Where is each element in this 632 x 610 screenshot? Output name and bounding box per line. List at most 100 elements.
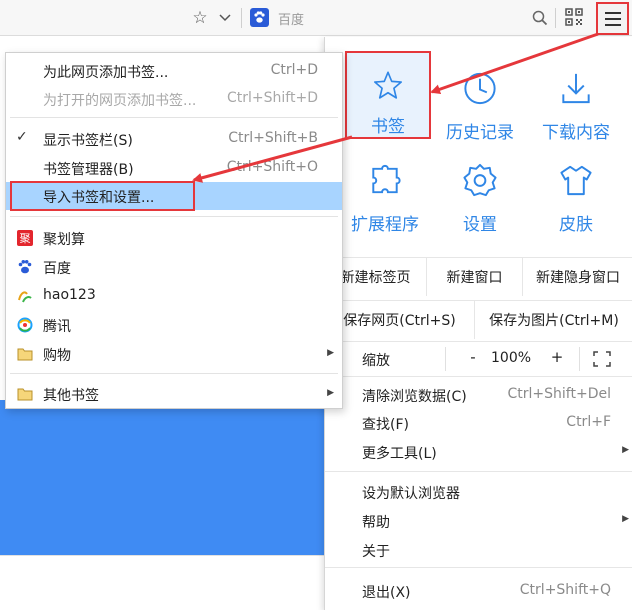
bookmark-submenu: 为此网页添加书签... Ctrl+D 为打开的网页添加书签... Ctrl+Sh… (5, 52, 343, 409)
search-engine-label[interactable]: 百度 (278, 9, 304, 28)
submenu-item-shortcut: Ctrl+Shift+D (227, 90, 318, 106)
submenu-divider (10, 373, 338, 374)
menu-divider (325, 567, 632, 568)
menu-item-label: 帮助 (362, 515, 390, 531)
star-icon (373, 71, 403, 99)
bookmark-item-juhuasuan[interactable]: 聚 聚划算 (6, 224, 342, 252)
zoom-label: 缩放 (362, 353, 390, 369)
toolbar-divider (555, 8, 556, 28)
bookmark-star-icon[interactable]: ☆ (190, 8, 210, 28)
hamburger-icon (604, 11, 621, 14)
main-menu-button[interactable] (596, 2, 629, 35)
menu-item-more-tools[interactable]: 更多工具(L) ▶ (325, 439, 632, 465)
bookmark-item-tencent[interactable]: 腾讯 (6, 311, 342, 339)
gear-icon (463, 163, 497, 197)
extension-icon (372, 164, 401, 194)
menu-item-label: 更多工具(L) (362, 446, 437, 462)
bookmark-folder-shopping[interactable]: 购物 ▶ (6, 340, 342, 368)
folder-icon (17, 348, 33, 361)
menu-item-clear-data[interactable]: 清除浏览数据(C) Ctrl+Shift+Del (325, 382, 632, 408)
new-window-button[interactable]: 新建窗口 (427, 258, 523, 296)
chevron-down-icon[interactable] (216, 8, 234, 28)
menu-divider (325, 341, 632, 342)
menu-item-label: 关于 (362, 544, 390, 560)
submenu-item-shortcut: Ctrl+Shift+O (226, 159, 318, 175)
menu-item-exit[interactable]: 退出(X) Ctrl+Shift+Q (325, 578, 632, 604)
new-items-row: 新建标签页 新建窗口 新建隐身窗口 (325, 258, 632, 296)
grid-item-label: 扩展程序 (351, 215, 419, 235)
submenu-item-shortcut: Ctrl+D (270, 62, 318, 78)
submenu-item-label: 为此网页添加书签... (43, 65, 169, 81)
menu-item-shortcut: Ctrl+Shift+Del (507, 386, 611, 402)
submenu-item-shortcut: Ctrl+Shift+B (228, 130, 318, 146)
grid-item-history[interactable]: 历史记录 (432, 53, 528, 143)
checkmark-icon: ✓ (16, 129, 28, 145)
bookmark-label: 其他书签 (43, 388, 99, 404)
hao123-icon (18, 291, 32, 303)
grid-item-bookmarks[interactable]: 书签 (345, 51, 431, 139)
menu-item-label: 查找(F) (362, 417, 409, 433)
submenu-divider (10, 117, 338, 118)
bookmark-item-baidu[interactable]: 百度 (6, 253, 342, 281)
annotation-highlight-box (10, 181, 195, 211)
baidu-paw-icon (250, 8, 269, 27)
search-icon[interactable] (530, 8, 550, 28)
submenu-arrow-icon: ▶ (327, 348, 334, 358)
grid-item-downloads[interactable]: 下载内容 (528, 53, 624, 143)
grid-item-settings[interactable]: 设置 (432, 145, 528, 235)
zoom-row: 缩放 - 100% + (325, 343, 632, 375)
fullscreen-icon[interactable] (593, 351, 611, 367)
submenu-item-label: 显示书签栏(S) (43, 133, 133, 149)
save-row: 保存网页(Ctrl+S) 保存为图片(Ctrl+M) (325, 301, 632, 339)
menu-divider (325, 376, 632, 377)
grid-item-label: 书签 (371, 117, 405, 137)
menu-item-label: 退出(X) (362, 585, 411, 601)
folder-icon (17, 388, 33, 401)
zoom-level: 100% (491, 350, 532, 366)
submenu-add-bookmark[interactable]: 为此网页添加书签... Ctrl+D (6, 57, 342, 85)
grid-item-extensions[interactable]: 扩展程序 (337, 145, 433, 235)
zoom-in-button[interactable]: + (547, 348, 567, 366)
menu-item-label: 设为默认浏览器 (362, 486, 460, 502)
zoom-divider (445, 347, 446, 371)
menu-item-shortcut: Ctrl+Shift+Q (519, 582, 611, 598)
grid-item-label: 历史记录 (446, 123, 514, 143)
hamburger-icon (604, 23, 621, 26)
menu-item-set-default-browser[interactable]: 设为默认浏览器 (325, 479, 632, 505)
zoom-out-button[interactable]: - (463, 348, 483, 366)
submenu-arrow-icon: ▶ (622, 445, 629, 455)
menu-item-about[interactable]: 关于 (325, 537, 632, 563)
bookmark-label: 百度 (43, 261, 71, 277)
main-menu-panel: 书签 历史记录 下载内容 扩展程序 设置 皮肤 新建标签页 新建窗口 新建隐身窗… (324, 37, 632, 610)
menu-item-help[interactable]: 帮助 ▶ (325, 508, 632, 534)
submenu-arrow-icon: ▶ (622, 514, 629, 524)
submenu-add-all-bookmarks: 为打开的网页添加书签... Ctrl+Shift+D (6, 85, 342, 113)
menu-item-label: 清除浏览数据(C) (362, 389, 467, 405)
bookmark-label: hao123 (43, 287, 96, 303)
submenu-item-label: 为打开的网页添加书签... (43, 93, 197, 109)
browser-toolbar: ☆ 百度 (0, 0, 632, 36)
shirt-icon (560, 165, 592, 196)
submenu-show-bookmark-bar[interactable]: ✓ 显示书签栏(S) Ctrl+Shift+B (6, 125, 342, 153)
grid-item-label: 下载内容 (542, 123, 610, 143)
grid-item-label: 设置 (463, 215, 497, 235)
bookmark-folder-other[interactable]: 其他书签 ▶ (6, 380, 342, 408)
menu-item-shortcut: Ctrl+F (566, 414, 611, 430)
page-content-blue-area (0, 400, 340, 555)
bookmark-item-hao123[interactable]: hao123 (6, 282, 342, 310)
submenu-divider (10, 216, 338, 217)
submenu-bookmark-manager[interactable]: 书签管理器(B) Ctrl+Shift+O (6, 154, 342, 182)
toolbar-divider (241, 8, 242, 28)
submenu-arrow-icon: ▶ (327, 388, 334, 398)
baidu-paw-icon (18, 260, 32, 274)
new-incognito-window-button[interactable]: 新建隐身窗口 (523, 258, 632, 296)
bookmark-label: 腾讯 (43, 319, 71, 335)
qr-code-icon[interactable] (565, 8, 583, 26)
menu-item-find[interactable]: 查找(F) Ctrl+F (325, 410, 632, 436)
submenu-item-label: 书签管理器(B) (43, 162, 134, 178)
menu-divider (325, 471, 632, 472)
grid-item-label: 皮肤 (559, 215, 593, 235)
save-as-image-button[interactable]: 保存为图片(Ctrl+M) (475, 301, 632, 339)
save-page-button[interactable]: 保存网页(Ctrl+S) (325, 301, 475, 339)
grid-item-skins[interactable]: 皮肤 (528, 145, 624, 235)
